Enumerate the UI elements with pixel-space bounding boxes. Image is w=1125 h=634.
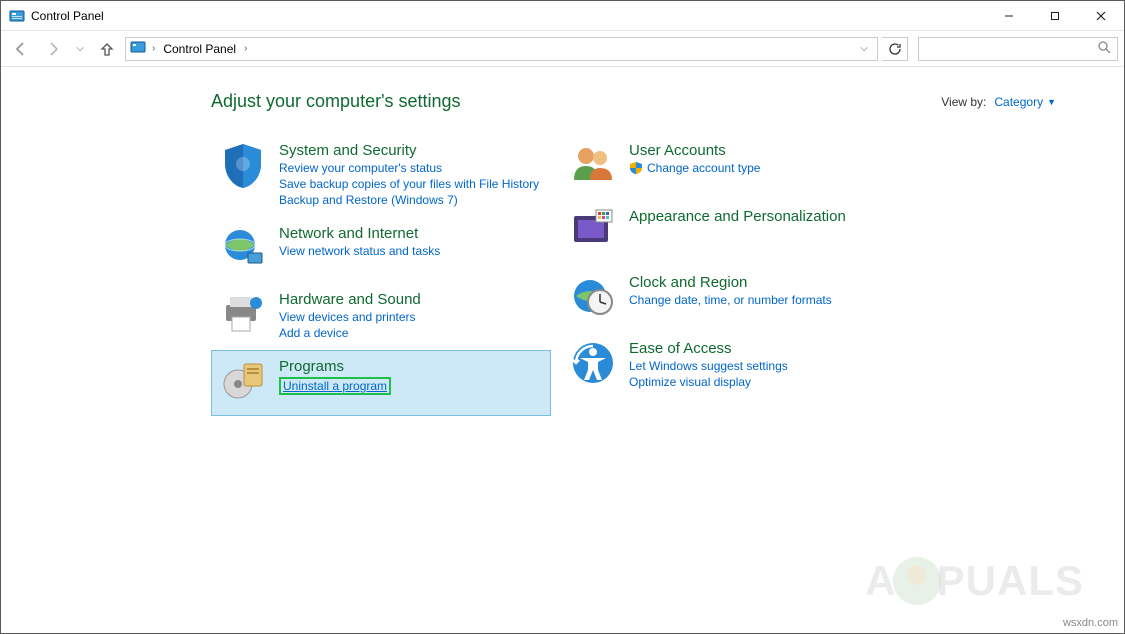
category-column-left: System and Security Review your computer…	[211, 134, 551, 416]
link-file-history[interactable]: Save backup copies of your files with Fi…	[279, 177, 539, 191]
category-column-right: User Accounts Change account type Appear…	[561, 134, 901, 416]
category-title[interactable]: Network and Internet	[279, 225, 440, 242]
watermark-pre: A	[865, 557, 896, 605]
category-title[interactable]: System and Security	[279, 142, 539, 159]
shield-icon	[219, 142, 267, 190]
link-date-time-formats[interactable]: Change date, time, or number formats	[629, 293, 832, 307]
chevron-down-icon: ▼	[1047, 97, 1056, 107]
watermark-logo-icon	[893, 557, 941, 605]
link-uninstall-program[interactable]: Uninstall a program	[279, 377, 391, 395]
category-title[interactable]: User Accounts	[629, 142, 760, 159]
category-user-accounts[interactable]: User Accounts Change account type	[561, 134, 901, 200]
content-area: Adjust your computer's settings View by:…	[1, 67, 1124, 416]
minimize-button[interactable]	[986, 1, 1032, 31]
category-appearance[interactable]: Appearance and Personalization	[561, 200, 901, 266]
window-title: Control Panel	[31, 9, 104, 23]
recent-locations-dropdown[interactable]: ⌵	[71, 43, 89, 54]
up-button[interactable]	[93, 35, 121, 63]
category-title[interactable]: Hardware and Sound	[279, 291, 421, 308]
refresh-button[interactable]	[882, 37, 908, 61]
page-heading: Adjust your computer's settings	[211, 91, 461, 112]
chevron-right-icon[interactable]: ›	[242, 43, 249, 54]
link-add-device[interactable]: Add a device	[279, 326, 421, 340]
search-box[interactable]	[918, 37, 1118, 61]
category-ease-of-access[interactable]: Ease of Access Let Windows suggest setti…	[561, 332, 901, 399]
ease-of-access-icon	[569, 340, 617, 388]
maximize-button[interactable]	[1032, 1, 1078, 31]
clock-icon	[569, 274, 617, 322]
navigation-bar: ⌵ › Control Panel › ⌵	[1, 31, 1124, 67]
category-clock-region[interactable]: Clock and Region Change date, time, or n…	[561, 266, 901, 332]
programs-icon	[219, 358, 267, 406]
titlebar: Control Panel	[1, 1, 1124, 31]
watermark-post: PUALS	[937, 557, 1084, 605]
address-bar[interactable]: › Control Panel › ⌵	[125, 37, 878, 61]
link-change-account-type[interactable]: Change account type	[629, 161, 760, 175]
view-by: View by: Category ▼	[941, 95, 1056, 109]
link-network-status[interactable]: View network status and tasks	[279, 244, 440, 258]
link-backup-restore[interactable]: Backup and Restore (Windows 7)	[279, 193, 539, 207]
credit-text: wsxdn.com	[1063, 617, 1118, 629]
control-panel-address-icon	[130, 39, 146, 58]
back-button[interactable]	[7, 35, 35, 63]
category-title[interactable]: Programs	[279, 358, 391, 375]
uac-shield-icon	[629, 161, 643, 175]
search-icon	[1097, 40, 1111, 57]
breadcrumb-root[interactable]: Control Panel	[161, 42, 238, 56]
category-hardware-sound[interactable]: Hardware and Sound View devices and prin…	[211, 283, 551, 350]
category-title[interactable]: Clock and Region	[629, 274, 832, 291]
category-programs[interactable]: Programs Uninstall a program	[211, 350, 551, 416]
view-by-label: View by:	[941, 95, 986, 109]
globe-icon	[219, 225, 267, 273]
address-dropdown[interactable]: ⌵	[855, 43, 873, 54]
link-windows-suggest[interactable]: Let Windows suggest settings	[629, 359, 788, 373]
users-icon	[569, 142, 617, 190]
forward-button[interactable]	[39, 35, 67, 63]
appearance-icon	[569, 208, 617, 256]
chevron-right-icon[interactable]: ›	[150, 43, 157, 54]
watermark: A PUALS	[865, 557, 1084, 605]
window-controls	[986, 1, 1124, 31]
control-panel-app-icon	[9, 8, 25, 24]
printer-icon	[219, 291, 267, 339]
view-by-dropdown[interactable]: Category ▼	[994, 95, 1056, 109]
link-review-status[interactable]: Review your computer's status	[279, 161, 539, 175]
category-title[interactable]: Ease of Access	[629, 340, 788, 357]
link-text: Change account type	[647, 161, 760, 175]
view-by-value: Category	[994, 95, 1043, 109]
link-devices-printers[interactable]: View devices and printers	[279, 310, 421, 324]
category-system-security[interactable]: System and Security Review your computer…	[211, 134, 551, 217]
link-optimize-display[interactable]: Optimize visual display	[629, 375, 788, 389]
category-title[interactable]: Appearance and Personalization	[629, 208, 846, 225]
close-button[interactable]	[1078, 1, 1124, 31]
category-network-internet[interactable]: Network and Internet View network status…	[211, 217, 551, 283]
